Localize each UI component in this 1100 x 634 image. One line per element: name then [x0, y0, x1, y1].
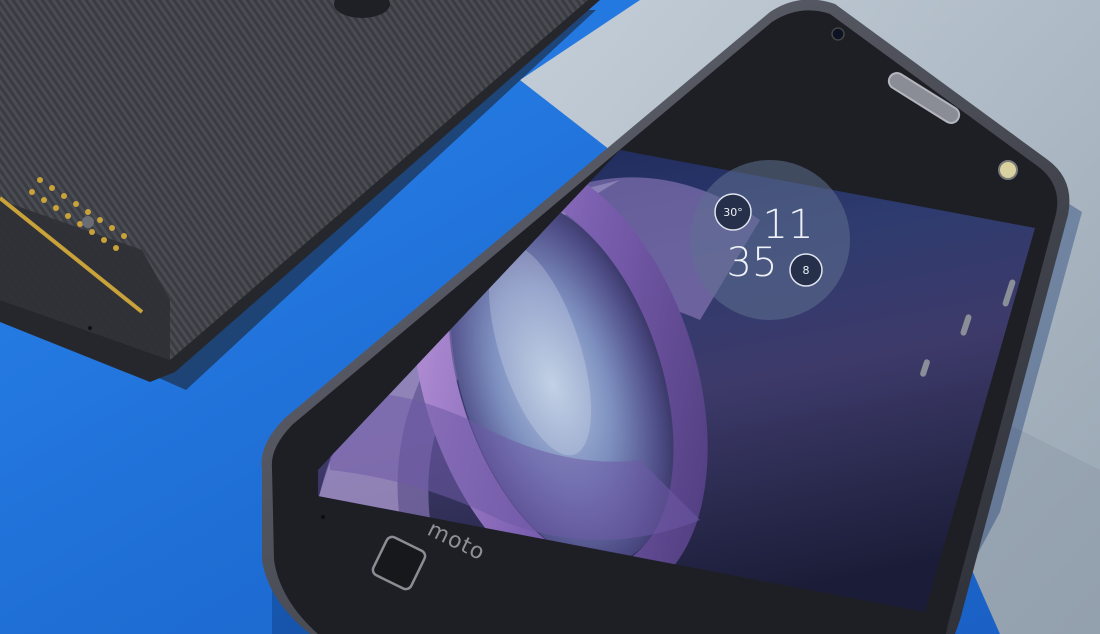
- photo-canvas: 30° 8 11 35 moto: [0, 0, 1100, 634]
- back-screw: [82, 216, 94, 228]
- temperature-label: 30°: [723, 206, 743, 219]
- clock-minute: 35: [727, 240, 778, 286]
- moto-display-clock: 30° 8 11 35: [690, 160, 850, 320]
- back-mic-hole: [88, 326, 92, 330]
- front-mic-hole: [321, 515, 325, 519]
- product-photo: 30° 8 11 35 moto: [0, 0, 1100, 634]
- notification-count: 8: [803, 264, 810, 277]
- front-flash: [998, 160, 1018, 180]
- front-camera: [831, 27, 845, 41]
